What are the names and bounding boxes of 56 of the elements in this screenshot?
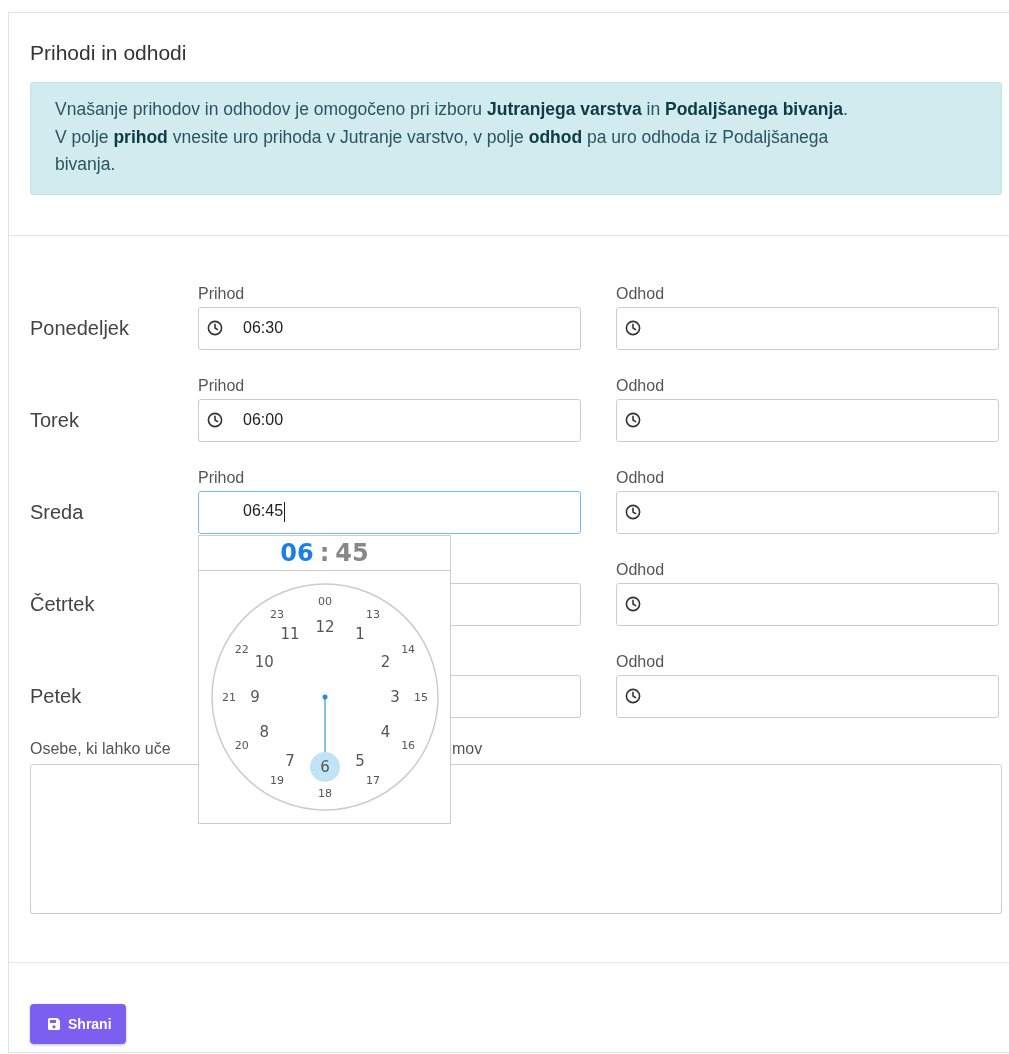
clock-number[interactable]: 20 xyxy=(234,738,249,752)
day-label: Petek xyxy=(30,683,83,709)
time-field[interactable] xyxy=(616,582,999,626)
field-label: Prihod xyxy=(198,375,246,396)
clock-number[interactable]: 18 xyxy=(318,786,332,800)
hour-display[interactable]: 06 xyxy=(280,538,314,567)
day-label: Sreda xyxy=(30,499,85,525)
clock-number[interactable]: 7 xyxy=(285,751,295,770)
field-label: mov xyxy=(452,739,483,759)
time-field[interactable] xyxy=(616,306,999,350)
time-field[interactable] xyxy=(616,674,999,718)
minute-display[interactable]: 45 xyxy=(335,538,369,567)
time-field[interactable]: 06:45 xyxy=(198,490,581,534)
field-label: Odhod xyxy=(616,559,666,580)
clock-number[interactable]: 9 xyxy=(250,687,260,706)
field-label: Odhod xyxy=(616,283,666,304)
save-button[interactable]: Shrani xyxy=(30,1003,126,1044)
clock-number[interactable]: 16 xyxy=(401,738,416,752)
clock-number[interactable]: 8 xyxy=(259,722,270,741)
field-label: Odhod xyxy=(616,651,666,672)
day-label: Ponedeljek xyxy=(30,315,130,341)
day-label: Torek xyxy=(30,407,80,433)
field-label: Odhod xyxy=(616,467,666,488)
field-label: Prihod xyxy=(198,467,246,488)
clock-number[interactable]: 2 xyxy=(380,652,391,671)
time-field[interactable] xyxy=(616,398,999,442)
section-title: Prihodi in odhodi xyxy=(30,40,188,66)
clock-number[interactable]: 4 xyxy=(380,722,391,741)
clock-number[interactable]: 10 xyxy=(254,652,274,671)
time-picker-dialog[interactable]: 06 : 45 00 23 13 11 12 1 22 14 10 2 21 9 3 15 8 4 20 16 7 6 5 19 17 18 xyxy=(198,534,451,824)
clock-number[interactable]: 11 xyxy=(280,624,300,643)
field-label: Osebe, ki lahko uče xyxy=(30,739,172,759)
time-field[interactable]: 06:30 xyxy=(198,306,581,350)
clock-number[interactable]: 22 xyxy=(234,642,249,656)
clock-number[interactable]: 00 xyxy=(318,594,332,608)
day-label: Četrtek xyxy=(30,591,96,617)
clock-number[interactable]: 13 xyxy=(366,607,380,621)
field-label: Prihod xyxy=(198,283,246,304)
clock-number[interactable]: 12 xyxy=(315,617,335,636)
clock-number[interactable]: 23 xyxy=(270,607,284,621)
clock-number[interactable]: 19 xyxy=(270,773,284,787)
info-text: Vnašanje prihodov in odhodov je omogočeno pri izboru Jutranjega varstva in Podaljšanega bivanja. xyxy=(55,98,849,121)
clock-number[interactable]: 17 xyxy=(366,773,380,787)
text-cursor xyxy=(284,502,286,522)
time-separator: : xyxy=(319,538,330,567)
clock-number[interactable]: 21 xyxy=(222,690,236,704)
clock-number[interactable]: 5 xyxy=(355,751,365,770)
clock-number[interactable]: 14 xyxy=(401,642,416,656)
clock-number[interactable]: 3 xyxy=(390,687,400,706)
clock-number[interactable]: 15 xyxy=(414,690,428,704)
time-field[interactable]: 06:00 xyxy=(198,398,581,442)
time-field[interactable] xyxy=(616,490,999,534)
info-text: V polje prihod vnesite uro prihoda v Jutranje varstvo, v polje odhod pa uro odhoda iz Podaljšanega bivanja. xyxy=(55,125,830,176)
field-label: Odhod xyxy=(616,375,666,396)
clock-hand[interactable] xyxy=(310,694,340,782)
clock-number[interactable]: 1 xyxy=(355,624,365,643)
